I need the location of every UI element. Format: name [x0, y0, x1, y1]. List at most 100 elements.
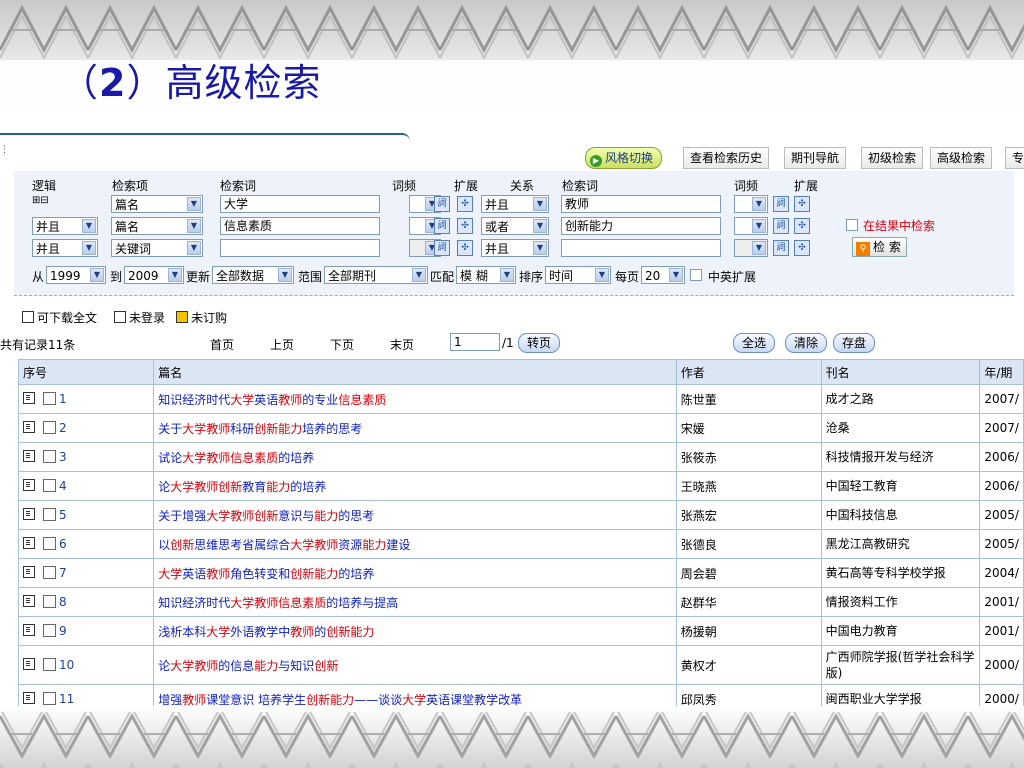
chevron-down-icon: ▼: [278, 268, 292, 282]
field-select-3[interactable]: 关键词 ▼: [111, 239, 203, 257]
term-input-1[interactable]: 大学: [220, 195, 380, 213]
article-title-link[interactable]: 浅析本科大学外语教学中教师的创新能力: [153, 616, 677, 646]
title-text: 知识经济时代: [158, 392, 231, 407]
logic-select-2[interactable]: 并且 ▼: [32, 217, 98, 235]
next-page-link[interactable]: 下页: [330, 336, 354, 353]
range-select[interactable]: 全部期刊 ▼: [324, 266, 428, 284]
table-row: 4 论大学教师创新教育能力的培养 王晓燕 中国轻工教育 2006/: [17, 471, 1024, 501]
row-checkbox[interactable]: [43, 421, 56, 434]
article-title-link[interactable]: 论大学教师的信息能力与知识创新: [153, 645, 677, 685]
document-icon[interactable]: [23, 595, 35, 607]
chevron-down-icon: ▼: [82, 241, 96, 255]
journal-cell: 黑龙江高教研究: [820, 529, 981, 559]
relation-select-3[interactable]: 并且 ▼: [481, 239, 549, 257]
word-freq-icon[interactable]: 詞: [434, 218, 450, 234]
save-button[interactable]: 存盘: [833, 333, 876, 353]
freq2-select-1[interactable]: ▼: [734, 195, 768, 213]
row-checkbox[interactable]: [43, 392, 56, 405]
document-icon[interactable]: [23, 566, 35, 578]
clear-button[interactable]: 清除: [785, 333, 828, 353]
term2-input-2[interactable]: 创新能力: [561, 217, 721, 235]
first-page-link[interactable]: 首页: [210, 336, 234, 353]
search-history-button[interactable]: 查看检索历史: [683, 147, 770, 169]
match-select[interactable]: 模 糊 ▼: [456, 266, 516, 284]
article-title-link[interactable]: 关于增强大学教师创新意识与能力的思考: [153, 500, 677, 530]
in-results-checkbox[interactable]: [846, 219, 858, 231]
article-title-link[interactable]: 大学英语教师角色转变和创新能力的培养: [153, 558, 677, 588]
document-icon[interactable]: [23, 479, 35, 491]
row-checkbox[interactable]: [43, 692, 56, 705]
row-checkbox[interactable]: [43, 508, 56, 521]
row-checkbox[interactable]: [43, 658, 56, 671]
from-year-select[interactable]: 1999 ▼: [46, 266, 106, 284]
keyword-highlight: 大学教师创新: [170, 479, 243, 494]
document-icon[interactable]: [23, 692, 35, 704]
term2-input-1[interactable]: 教师: [561, 195, 721, 213]
go-page-button[interactable]: 转页: [518, 333, 561, 353]
document-icon[interactable]: [23, 421, 35, 433]
term-input-3[interactable]: [220, 239, 380, 257]
title-text: ——谈谈: [354, 692, 403, 707]
article-title-link[interactable]: 试论大学教师信息素质的培养: [153, 442, 677, 472]
field-select-2[interactable]: 篇名 ▼: [111, 217, 203, 235]
sort-select[interactable]: 时间 ▼: [545, 266, 611, 284]
search-button[interactable]: ⚲ 检 索: [852, 237, 907, 257]
document-icon[interactable]: [23, 658, 35, 670]
term-input-2[interactable]: 信息素质: [220, 217, 380, 235]
row-checkbox[interactable]: [43, 566, 56, 579]
title-text: 的培养: [290, 479, 327, 494]
word-freq-icon[interactable]: 詞: [773, 196, 789, 212]
page-number-input[interactable]: 1: [450, 333, 500, 351]
relation-select-2[interactable]: 或者 ▼: [481, 217, 549, 235]
journal-cell: 中国科技信息: [820, 500, 981, 530]
word-freq-icon[interactable]: 詞: [434, 240, 450, 256]
add-remove-row-icon[interactable]: ⊞⊟: [32, 195, 49, 206]
article-title-link[interactable]: 知识经济时代大学英语教师的专业信息素质: [153, 384, 677, 414]
row-checkbox[interactable]: [43, 624, 56, 637]
relation-select-1[interactable]: 并且 ▼: [481, 195, 549, 213]
document-icon[interactable]: [23, 537, 35, 549]
expand-icon[interactable]: ✣: [457, 218, 473, 234]
article-title-link[interactable]: 知识经济时代大学教师信息素质的培养与提高: [153, 587, 677, 617]
document-icon[interactable]: [23, 624, 35, 636]
update-select[interactable]: 全部数据 ▼: [212, 266, 294, 284]
word-freq-icon[interactable]: 詞: [434, 196, 450, 212]
legend-not-logged: 未登录: [114, 309, 165, 326]
cn-en-expand-checkbox[interactable]: [690, 269, 702, 281]
field-select-1[interactable]: 篇名 ▼: [111, 195, 203, 213]
row-checkbox[interactable]: [43, 450, 56, 463]
word-freq-icon[interactable]: 詞: [773, 218, 789, 234]
document-icon[interactable]: [23, 450, 35, 462]
row-number-cell: 9: [17, 616, 155, 646]
match-label: 匹配: [430, 270, 455, 284]
article-title-link[interactable]: 关于大学教师科研创新能力培养的思考: [153, 413, 677, 443]
row-checkbox[interactable]: [43, 537, 56, 550]
journal-nav-button[interactable]: 期刊导航: [784, 147, 847, 169]
basic-search-button[interactable]: 初级检索: [861, 147, 924, 169]
title-text: 浅析本科: [158, 624, 207, 639]
row-checkbox[interactable]: [43, 479, 56, 492]
freq2-select-2[interactable]: ▼: [734, 217, 768, 235]
expand-icon[interactable]: ✣: [457, 196, 473, 212]
advanced-search-button[interactable]: 高级检索: [930, 147, 993, 169]
document-icon[interactable]: [23, 392, 35, 404]
word-freq-icon[interactable]: 詞: [773, 240, 789, 256]
logic-select-3[interactable]: 并且 ▼: [32, 239, 98, 257]
expand-icon[interactable]: ✣: [794, 240, 810, 256]
to-year-select[interactable]: 2009 ▼: [124, 266, 184, 284]
document-icon[interactable]: [23, 508, 35, 520]
style-switch-button[interactable]: ▶ 风格切换: [585, 147, 663, 169]
expand-icon[interactable]: ✣: [794, 218, 810, 234]
term2-input-3[interactable]: [561, 239, 721, 257]
expand-icon[interactable]: ✣: [457, 240, 473, 256]
last-page-link[interactable]: 末页: [390, 336, 414, 353]
select-all-button[interactable]: 全选: [733, 333, 776, 353]
prev-page-link[interactable]: 上页: [270, 336, 294, 353]
more-button[interactable]: 专: [1005, 147, 1024, 169]
article-title-link[interactable]: 论大学教师创新教育能力的培养: [153, 471, 677, 501]
expand-icon[interactable]: ✣: [794, 196, 810, 212]
per-page-select[interactable]: 20 ▼: [641, 266, 685, 284]
article-title-link[interactable]: 以创新思维思考省属综合大学教师资源能力建设: [153, 529, 677, 559]
chevron-down-icon: ▼: [752, 241, 766, 255]
row-checkbox[interactable]: [43, 595, 56, 608]
